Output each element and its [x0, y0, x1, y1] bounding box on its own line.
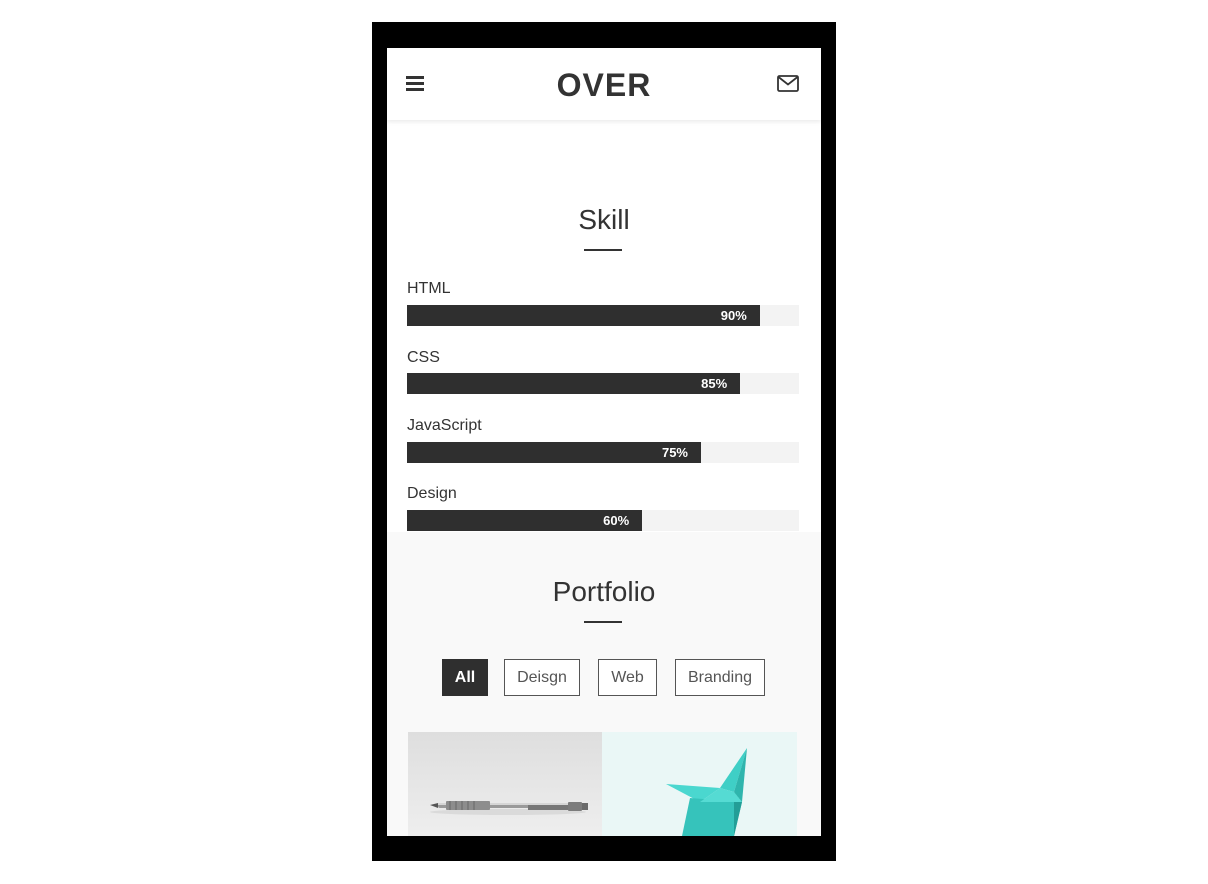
portfolio-section: Portfolio All Deisgn Web Branding	[387, 532, 821, 836]
skill-percent: 60%	[603, 513, 630, 528]
skill-label-css: CSS	[407, 349, 440, 366]
envelope-icon[interactable]	[777, 75, 799, 92]
filter-web-button[interactable]: Web	[598, 659, 657, 696]
skill-bar-javascript: 75%	[407, 442, 799, 463]
filter-all-button[interactable]: All	[442, 659, 488, 696]
portfolio-title-divider	[584, 621, 622, 623]
phone-frame: OVER Skill HTML 90% CSS 85% JavaScript 7…	[372, 22, 836, 861]
skill-percent: 85%	[701, 376, 728, 391]
brand-logo[interactable]: OVER	[387, 66, 821, 104]
skill-label-html: HTML	[407, 280, 451, 297]
skill-percent: 90%	[720, 308, 747, 323]
phone-screen: OVER Skill HTML 90% CSS 85% JavaScript 7…	[387, 48, 821, 836]
origami-bird-image	[666, 748, 747, 836]
filter-branding-button[interactable]: Branding	[675, 659, 765, 696]
skill-bar-html: 90%	[407, 305, 799, 326]
skill-percent: 75%	[661, 445, 688, 460]
skill-title: Skill	[578, 204, 630, 235]
portfolio-item-origami[interactable]	[602, 732, 797, 836]
skill-bar-fill: 90%	[407, 305, 760, 326]
skill-label-design: Design	[407, 485, 457, 502]
pencil-image	[430, 801, 588, 815]
portfolio-item-pens[interactable]	[408, 732, 602, 836]
filter-design-button[interactable]: Deisgn	[504, 659, 580, 696]
skill-bar-fill: 60%	[407, 510, 643, 531]
skill-label-javascript: JavaScript	[407, 417, 482, 434]
skill-title-divider	[584, 249, 622, 251]
skill-section: Skill HTML 90% CSS 85% JavaScript 75% De…	[387, 122, 821, 532]
skill-bar-fill: 85%	[407, 373, 741, 394]
skill-bar-css: 85%	[407, 373, 799, 394]
portfolio-title: Portfolio	[552, 576, 656, 607]
site-header: OVER	[387, 48, 821, 120]
skill-bar-fill: 75%	[407, 442, 701, 463]
skill-bar-design: 60%	[407, 510, 799, 531]
